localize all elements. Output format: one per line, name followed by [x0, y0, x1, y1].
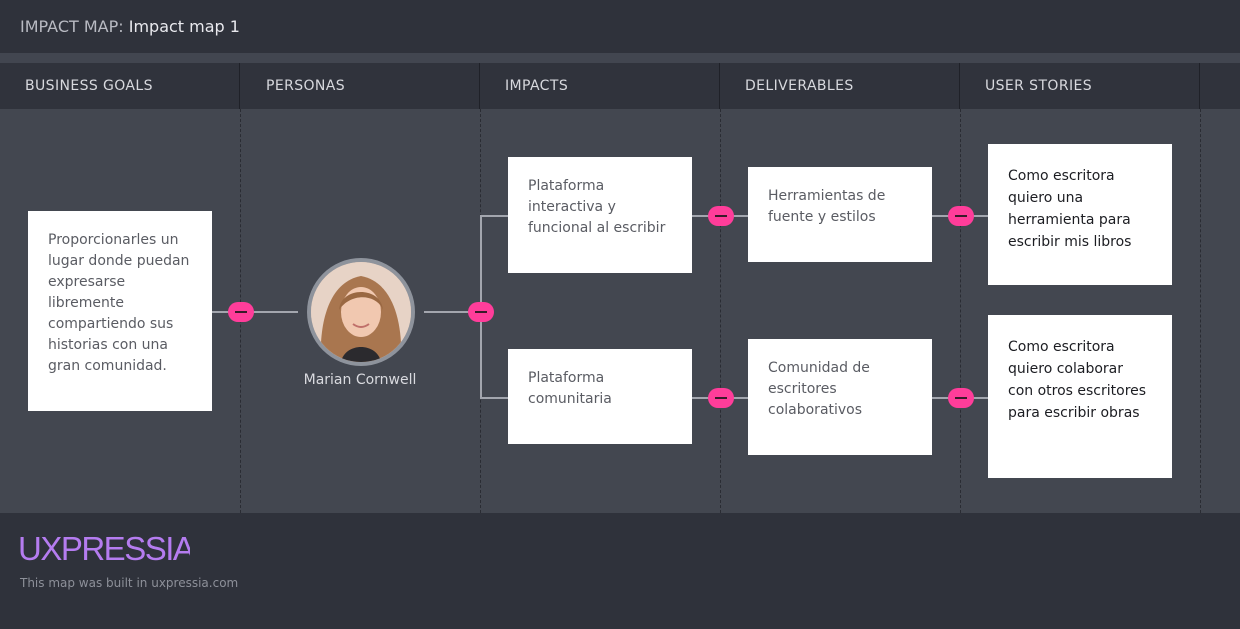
user-story-text: Como escritora quiero colaborar con otro… [1008, 339, 1147, 421]
person-photo-icon [311, 262, 411, 362]
column-header-deliverables: DELIVERABLES [720, 63, 960, 109]
collapse-toggle[interactable] [468, 302, 494, 322]
map-title: IMPACT MAP: Impact map 1 [20, 17, 240, 36]
column-header-business-goals: BUSINESS GOALS [0, 63, 240, 109]
collapse-toggle[interactable] [228, 302, 254, 322]
impact-card[interactable]: Plataforma interactiva y funcional al es… [508, 157, 692, 273]
map-header: IMPACT MAP: Impact map 1 [0, 0, 1240, 53]
persona-avatar[interactable] [307, 258, 415, 366]
uxpressia-logo[interactable]: UXPRESSIA [18, 529, 196, 571]
column-header-user-stories: USER STORIES [960, 63, 1200, 109]
column-divider [1200, 109, 1201, 513]
column-header-impacts: IMPACTS [480, 63, 720, 109]
impact-text: Plataforma comunitaria [528, 370, 612, 407]
connector-impact-1 [480, 215, 508, 217]
logo-text: UXPRESSIA [18, 530, 190, 567]
business-goal-text: Proporcionarles un lugar donde puedan ex… [48, 232, 190, 374]
deliverable-card[interactable]: Herramientas de fuente y estilos [748, 167, 932, 262]
deliverable-text: Herramientas de fuente y estilos [768, 188, 886, 225]
impact-card[interactable]: Plataforma comunitaria [508, 349, 692, 444]
map-footer: UXPRESSIA This map was built in uxpressi… [0, 513, 1240, 629]
built-with-text: This map was built in uxpressia.com [20, 576, 239, 590]
business-goal-card[interactable]: Proporcionarles un lugar donde puedan ex… [28, 211, 212, 411]
user-story-text: Como escritora quiero una herramienta pa… [1008, 168, 1132, 250]
map-title-name[interactable]: Impact map 1 [129, 17, 240, 36]
collapse-toggle[interactable] [948, 206, 974, 226]
header-divider [0, 53, 1240, 63]
column-divider [720, 109, 721, 513]
user-story-card[interactable]: Como escritora quiero colaborar con otro… [988, 315, 1172, 478]
user-story-card[interactable]: Como escritora quiero una herramienta pa… [988, 144, 1172, 285]
column-header-personas: PERSONAS [240, 63, 480, 109]
deliverable-text: Comunidad de escritores colaborativos [768, 360, 870, 418]
collapse-toggle[interactable] [708, 388, 734, 408]
collapse-toggle[interactable] [948, 388, 974, 408]
deliverable-card[interactable]: Comunidad de escritores colaborativos [748, 339, 932, 455]
column-divider [960, 109, 961, 513]
map-title-prefix: IMPACT MAP: [20, 17, 124, 36]
column-headers: BUSINESS GOALS PERSONAS IMPACTS DELIVERA… [0, 63, 1240, 109]
connector-impact-2 [480, 397, 508, 399]
persona-name: Marian Cornwell [303, 372, 417, 388]
collapse-toggle[interactable] [708, 206, 734, 226]
column-header-extra [1200, 63, 1240, 109]
connector-goal-persona [212, 311, 298, 313]
impact-text: Plataforma interactiva y funcional al es… [528, 178, 666, 236]
